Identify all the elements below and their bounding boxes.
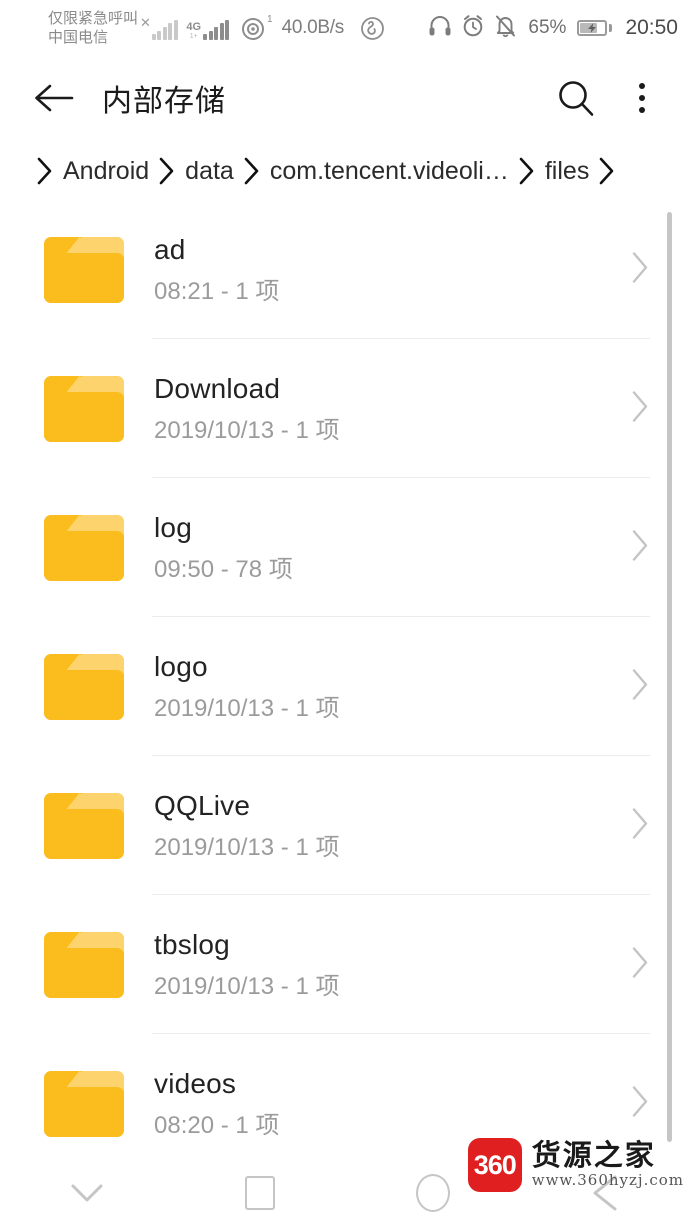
bell-muted-icon [494, 14, 517, 43]
list-item-text: QQLive 2019/10/13 - 1 项 [154, 789, 339, 863]
breadcrumb-item-package[interactable]: com.tencent.videoli… [270, 157, 509, 186]
chevron-right-icon [518, 156, 536, 186]
list-item[interactable]: ad 08:21 - 1 项 [0, 200, 692, 339]
battery-percent-label: 65% [528, 17, 567, 38]
back-arrow-icon[interactable] [26, 70, 82, 126]
chevron-right-icon[interactable] [630, 528, 650, 567]
list-item-text: ad 08:21 - 1 项 [154, 233, 279, 307]
chevron-down-icon[interactable] [0, 1155, 173, 1230]
alarm-clock-icon [461, 14, 485, 43]
network-speed-label: 40.0B/s [281, 17, 345, 38]
file-name: log [154, 511, 192, 543]
carrier-line-2: 中国电信 [48, 29, 109, 46]
file-name: videos [154, 1067, 237, 1099]
folder-icon [44, 1070, 124, 1137]
list-item[interactable]: logo 2019/10/13 - 1 项 [0, 617, 692, 756]
chevron-right-icon[interactable] [630, 667, 650, 706]
list-item-text: videos 08:20 - 1 项 [154, 1067, 279, 1141]
chevron-right-icon [243, 156, 261, 186]
watermark: 360 货源之家 www.360hyzj.com [467, 1138, 684, 1192]
status-bar: 仅限紧急呼叫 中国电信 ✕ 4G 1+ 1 40.0B/s 65% 20:50 [0, 0, 692, 56]
status-bar-left: 仅限紧急呼叫 中国电信 ✕ 4G 1+ 1 40.0B/s [0, 9, 385, 47]
status-bar-right: 65% 20:50 [428, 0, 678, 56]
hotspot-icon: 1 [240, 14, 273, 40]
watermark-text: 货源之家 www.360hyzj.com [532, 1140, 684, 1190]
file-meta: 09:50 - 78 项 [154, 555, 293, 583]
sim2-signal-bars-icon [203, 20, 231, 40]
file-meta: 2019/10/13 - 1 项 [154, 972, 340, 1000]
headphone-icon [428, 15, 452, 42]
chevron-right-icon[interactable] [630, 945, 650, 984]
file-meta: 08:20 - 1 项 [154, 1111, 280, 1139]
file-list[interactable]: ad 08:21 - 1 项 Download 2019/10/13 - 1 项 [0, 200, 692, 1155]
title-bar-actions [548, 70, 670, 126]
list-item[interactable]: videos 08:20 - 1 项 [0, 1034, 692, 1155]
watermark-site-name: 货源之家 [531, 1138, 656, 1172]
title-bar: 内部存储 [0, 56, 692, 140]
list-item[interactable]: log 09:50 - 78 项 [0, 478, 692, 617]
file-name: Download [154, 372, 281, 404]
file-meta: 2019/10/13 - 1 项 [154, 833, 340, 861]
clock-label: 20:50 [625, 16, 678, 39]
scrollbar[interactable] [667, 212, 672, 1142]
breadcrumb-item-data[interactable]: data [185, 157, 234, 186]
chevron-right-icon[interactable] [630, 806, 650, 845]
list-item-text: Download 2019/10/13 - 1 项 [154, 372, 339, 446]
chevron-right-icon[interactable] [630, 250, 650, 289]
battery-charging-icon [577, 20, 613, 36]
no-service-x-icon: ✕ [140, 15, 151, 30]
chevron-right-icon[interactable] [630, 1084, 650, 1123]
square-icon[interactable] [173, 1155, 346, 1230]
file-name: QQLive [154, 789, 251, 821]
network-type-label: 4G 1+ [186, 21, 202, 41]
watermark-logo: 360 [467, 1138, 522, 1192]
phone-screen: 仅限紧急呼叫 中国电信 ✕ 4G 1+ 1 40.0B/s 65% 20:50 … [0, 0, 692, 1230]
more-vertical-icon[interactable] [614, 70, 670, 126]
folder-icon [44, 931, 124, 998]
breadcrumb-item-android[interactable]: Android [63, 157, 149, 186]
sim1-signal-bars-icon [151, 20, 180, 40]
carrier-line-1: 仅限紧急呼叫 [48, 10, 139, 27]
file-name: tbslog [154, 928, 230, 960]
folder-icon [44, 514, 124, 581]
file-meta: 2019/10/13 - 1 项 [154, 416, 340, 444]
watermark-url: www.360hyzj.com [531, 1171, 684, 1189]
chevron-right-icon [158, 156, 176, 186]
chevron-right-icon [36, 156, 54, 186]
file-name: logo [154, 650, 208, 682]
list-item[interactable]: QQLive 2019/10/13 - 1 项 [0, 756, 692, 895]
hotspot-count-label: 1 [267, 14, 273, 25]
file-name: ad [154, 233, 186, 265]
list-item-text: log 09:50 - 78 项 [154, 511, 293, 585]
chevron-right-icon[interactable] [630, 389, 650, 428]
folder-icon [44, 375, 124, 442]
list-item-text: tbslog 2019/10/13 - 1 项 [154, 928, 339, 1002]
folder-icon [44, 653, 124, 720]
status-bar-signal-icons: ✕ 4G 1+ 1 [140, 14, 273, 41]
list-item[interactable]: tbslog 2019/10/13 - 1 项 [0, 895, 692, 1034]
breadcrumb-item-files[interactable]: files [545, 157, 589, 186]
folder-icon [44, 792, 124, 859]
list-item[interactable]: Download 2019/10/13 - 1 项 [0, 339, 692, 478]
folder-icon [44, 236, 124, 303]
file-meta: 2019/10/13 - 1 项 [154, 694, 340, 722]
carrier-info: 仅限紧急呼叫 中国电信 [48, 9, 138, 47]
breadcrumb: Android data com.tencent.videoli… files [0, 142, 692, 200]
page-title: 内部存储 [102, 85, 226, 118]
netease-music-icon [360, 16, 385, 41]
chevron-right-icon [598, 156, 616, 186]
list-item-text: logo 2019/10/13 - 1 项 [154, 650, 339, 724]
search-icon[interactable] [548, 70, 604, 126]
file-meta: 08:21 - 1 项 [154, 277, 280, 305]
